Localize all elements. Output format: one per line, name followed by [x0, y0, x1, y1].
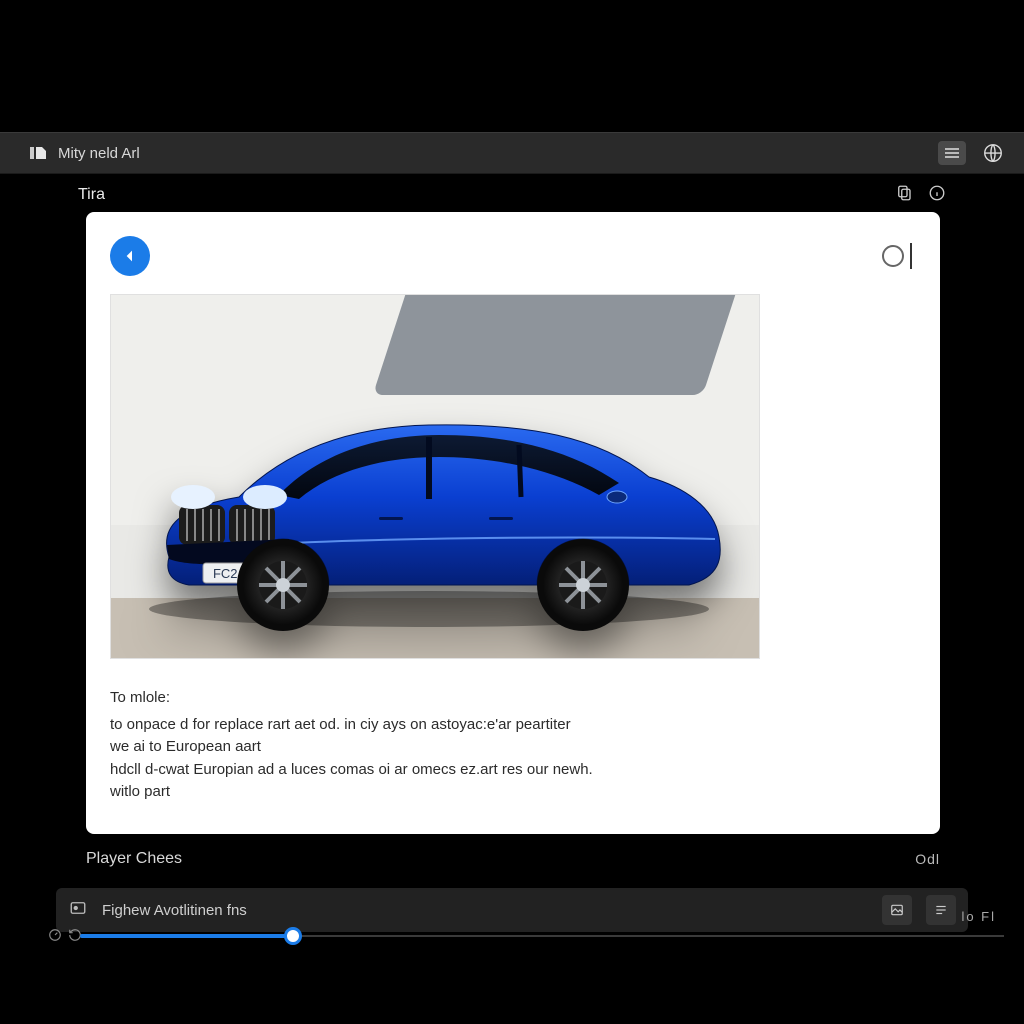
cursor-icon [910, 243, 912, 269]
article-line: we ai to European aart [110, 736, 830, 759]
copy-icon[interactable] [894, 184, 914, 207]
speed-icon[interactable] [48, 928, 62, 947]
globe-icon[interactable] [980, 140, 1006, 166]
player-section-label: Player Chees Odl [86, 844, 940, 874]
article-line: to onpace d for replace rart aet od. in … [110, 714, 830, 737]
header-title: Mity neld Arl [58, 145, 140, 162]
picture-button[interactable] [882, 895, 912, 925]
article-lead: To mlole: [110, 687, 830, 710]
player-label-right: Odl [915, 851, 940, 867]
page-title: Tira [78, 186, 105, 204]
now-playing-icon [68, 899, 88, 922]
queue-button[interactable] [926, 895, 956, 925]
sub-header: Tira [74, 180, 950, 210]
article-line: witlo part [110, 781, 830, 804]
info-icon[interactable] [928, 184, 946, 207]
menu-icon[interactable] [938, 141, 966, 165]
content-card: FC2·0F [86, 212, 940, 834]
player-label: Player Chees [86, 850, 182, 868]
search-button[interactable] [882, 243, 912, 269]
save-icon [30, 145, 48, 161]
article-body: To mlole: to onpace d for replace rart a… [110, 687, 830, 804]
article-image: FC2·0F [110, 294, 760, 659]
player-bar: Fighew Avotlitinen fns [56, 888, 968, 932]
track-title: Fighew Avotlitinen fns [102, 902, 247, 919]
search-icon [882, 245, 904, 267]
app-header: Mity neld Arl [0, 132, 1024, 174]
progress-bar[interactable] [20, 930, 1004, 942]
back-button[interactable] [110, 236, 150, 276]
article-line: hdcll d-cwat Europian ad a luces comas o… [110, 759, 830, 782]
time-indicator: lo Fl [961, 909, 996, 924]
